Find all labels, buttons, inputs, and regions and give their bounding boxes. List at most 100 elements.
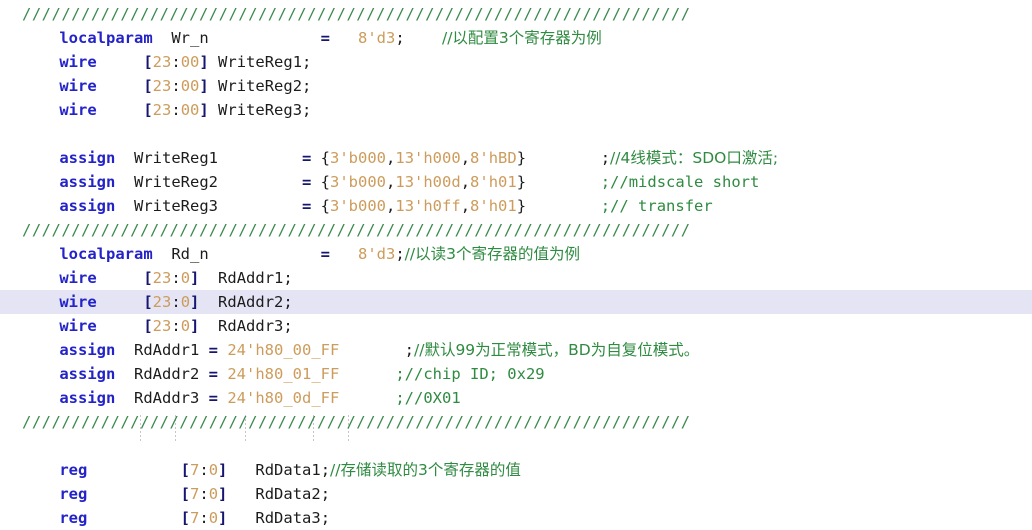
token-pun — [115, 389, 134, 407]
token-brk: [ — [180, 509, 190, 527]
token-brk: ] — [190, 317, 200, 335]
token-pun — [22, 173, 59, 191]
token-pun — [22, 197, 59, 215]
token-pun — [97, 53, 144, 71]
token-pun — [22, 149, 59, 167]
token-num: 00 — [180, 53, 200, 71]
token-pun — [22, 365, 59, 383]
token-kw: localparam — [59, 245, 153, 263]
code-line[interactable]: assign WriteReg3 = {3'b000,13'h0ff,8'h01… — [0, 194, 1032, 218]
token-cmt: ;//chip ID; 0x29 — [395, 365, 545, 383]
token-pun: ; — [404, 341, 414, 359]
token-pun — [22, 245, 59, 263]
token-num: 8'd3 — [357, 29, 396, 47]
token-pun: : — [171, 53, 181, 71]
token-pun — [22, 509, 59, 527]
token-pun: } — [516, 173, 527, 191]
code-line[interactable]: ////////////////////////////////////////… — [0, 218, 1032, 242]
token-pun: ; — [320, 485, 331, 503]
token-pun: ; — [283, 269, 293, 287]
code-line[interactable]: localparam Wr_n = 8'd3; //以配置3个寄存器为例 — [0, 26, 1032, 50]
token-brk: ] — [199, 101, 209, 119]
token-brk: ] — [218, 485, 228, 503]
token-brk: [ — [143, 53, 153, 71]
token-id: RdData1 — [227, 461, 321, 479]
token-pun: { — [311, 149, 331, 167]
code-line[interactable]: ////////////////////////////////////////… — [0, 410, 1032, 434]
token-cmt: //默认99为正常模式，BD为自复位模式。 — [414, 341, 700, 359]
code-line[interactable]: reg [7:0] RdData1;//存储读取的3个寄存器的值 — [0, 458, 1032, 482]
token-pun — [87, 509, 180, 527]
token-num: 24'h80_0d_FF — [227, 389, 340, 407]
token-pun: ; — [320, 461, 331, 479]
code-line[interactable]: assign WriteReg2 = {3'b000,13'h00d,8'h01… — [0, 170, 1032, 194]
code-line[interactable]: localparam Rd_n = 8'd3;//以读3个寄存器的值为例 — [0, 242, 1032, 266]
token-kw: localparam — [59, 29, 153, 47]
token-brk: [ — [143, 317, 153, 335]
token-id: RdData2 — [227, 485, 321, 503]
code-line[interactable] — [0, 434, 1032, 458]
token-pun: ; — [320, 509, 331, 527]
token-pun — [97, 317, 144, 335]
token-num: 13'h000 — [395, 149, 461, 167]
token-pun — [22, 53, 59, 71]
token-pun: : — [171, 101, 181, 119]
token-pun — [22, 77, 59, 95]
token-cmt: ;//0X01 — [395, 389, 461, 407]
token-num: 00 — [180, 101, 200, 119]
code-line[interactable]: assign RdAddr3 = 24'h80_0d_FF ;//0X01 — [0, 386, 1032, 410]
token-pun: : — [171, 293, 181, 311]
code-line[interactable]: wire [23:00] WriteReg1; — [0, 50, 1032, 74]
token-brk: ] — [199, 77, 209, 95]
token-id: WriteReg3 — [134, 197, 218, 215]
token-pun: : — [171, 77, 181, 95]
token-pun: ; — [395, 245, 405, 263]
token-num: 0 — [208, 509, 219, 527]
token-op: = — [208, 341, 218, 359]
code-lines[interactable]: ////////////////////////////////////////… — [0, 2, 1032, 530]
code-line[interactable]: reg [7:0] RdData2; — [0, 482, 1032, 506]
token-id: RdAddr3 — [134, 389, 209, 407]
token-num: 24'h80_01_FF — [227, 365, 340, 383]
code-line[interactable]: assign WriteReg1 = {3'b000,13'h000,8'hBD… — [0, 146, 1032, 170]
token-pun — [22, 461, 59, 479]
token-brk: [ — [143, 101, 153, 119]
token-pun — [22, 341, 59, 359]
code-line[interactable]: wire [23:0] RdAddr3; — [0, 314, 1032, 338]
token-num: 23 — [152, 317, 172, 335]
token-kw: wire — [59, 269, 97, 287]
token-pun — [339, 389, 395, 407]
token-id: RdData3 — [227, 509, 321, 527]
token-pun: ; — [395, 29, 405, 47]
token-pun — [22, 101, 59, 119]
token-brk: [ — [143, 293, 153, 311]
token-pun — [115, 149, 134, 167]
code-line[interactable] — [0, 122, 1032, 146]
code-editor[interactable]: ////////////////////////////////////////… — [0, 0, 1032, 527]
token-kw: assign — [59, 149, 116, 167]
token-cmt: //4线模式：SDO口激活; — [610, 149, 779, 167]
token-pun: : — [199, 461, 209, 479]
token-pun: , — [386, 149, 396, 167]
token-pun — [339, 341, 404, 359]
code-line-current[interactable]: wire [23:0] RdAddr2; — [0, 290, 1032, 314]
code-line[interactable]: assign RdAddr1 = 24'h80_00_FF ;//默认99为正常… — [0, 338, 1032, 362]
token-num: 8'h01 — [470, 197, 517, 215]
token-kw: wire — [59, 101, 97, 119]
token-id: RdAddr2 — [134, 365, 209, 383]
code-line[interactable]: wire [23:00] WriteReg2; — [0, 74, 1032, 98]
token-pun — [115, 197, 134, 215]
token-pun — [218, 173, 302, 191]
token-pun — [97, 293, 144, 311]
token-kw: wire — [59, 77, 97, 95]
token-pun — [218, 389, 227, 407]
code-line[interactable]: wire [23:00] WriteReg3; — [0, 98, 1032, 122]
token-op: = — [302, 149, 312, 167]
code-line[interactable]: assign RdAddr2 = 24'h80_01_FF ;//chip ID… — [0, 362, 1032, 386]
code-line[interactable]: ////////////////////////////////////////… — [0, 2, 1032, 26]
token-num: 23 — [152, 293, 172, 311]
token-num: 0 — [208, 485, 219, 503]
code-line[interactable]: wire [23:0] RdAddr1; — [0, 266, 1032, 290]
token-num: 8'h01 — [470, 173, 517, 191]
token-pun — [115, 173, 134, 191]
